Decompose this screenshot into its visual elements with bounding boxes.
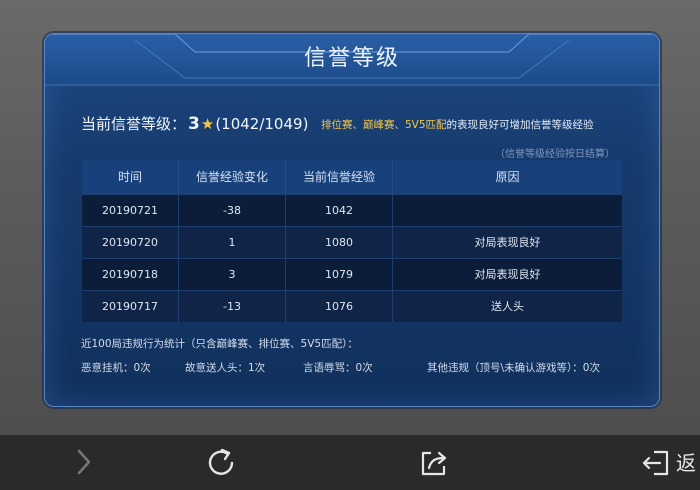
cell-current: 1079 bbox=[285, 259, 392, 290]
cell-current: 1076 bbox=[285, 291, 392, 322]
table-row: 20190718 3 1079 对局表现良好 bbox=[82, 258, 622, 290]
level-label: 当前信誉等级： bbox=[81, 115, 187, 133]
current-level: 当前信誉等级： 3★(1042/1049) bbox=[81, 113, 308, 134]
cell-date: 20190718 bbox=[102, 268, 158, 281]
cell-change: 1 bbox=[178, 227, 285, 258]
refresh-icon bbox=[205, 448, 239, 483]
browser-toolbar: 返 bbox=[0, 435, 700, 490]
cell-date: 20190717 bbox=[102, 300, 158, 313]
stat-other: 其他违规（顶号\未确认游戏等）：0次 bbox=[427, 362, 600, 374]
forward-button[interactable] bbox=[72, 447, 96, 481]
header-reason: 原因 bbox=[392, 160, 622, 194]
table-row: 20190717 -13 1076 送人头 bbox=[82, 290, 622, 322]
chevron-right-icon bbox=[72, 449, 96, 481]
hint-modes: 排位赛、巅峰赛、5V5匹配 bbox=[321, 119, 447, 131]
violation-stats-title: 近100局违规行为统计（只含巅峰赛、排位赛、5V5匹配）： bbox=[81, 338, 358, 350]
star-icon: ★ bbox=[200, 115, 215, 133]
credit-history-table: 时间 信誉经验变化 当前信誉经验 原因 20190721 -38 1042 20… bbox=[82, 160, 622, 322]
panel-title: 信誉等级 bbox=[303, 46, 400, 71]
cell-change: -13 bbox=[178, 291, 285, 322]
cell-current: 1080 bbox=[285, 227, 392, 258]
exit-label[interactable]: 返 bbox=[676, 447, 696, 476]
refresh-button[interactable] bbox=[205, 447, 239, 483]
cell-reason: 对局表现良好 bbox=[392, 259, 622, 290]
header-change: 信誉经验变化 bbox=[178, 160, 285, 194]
table-row: 20190720 1 1080 对局表现良好 bbox=[82, 226, 622, 258]
level-value: 3 bbox=[188, 114, 200, 134]
level-hint: 排位赛、巅峰赛、5V5匹配的表现良好可增加信誉等级经验 bbox=[321, 117, 594, 132]
credit-level-panel: 信誉等级 当前信誉等级： 3★(1042/1049) 排位赛、巅峰赛、5V5匹配的… bbox=[44, 33, 660, 407]
stat-feeding: 故意送人头：1次 bbox=[185, 362, 266, 374]
share-button[interactable] bbox=[418, 447, 450, 483]
cell-reason: 送人头 bbox=[392, 291, 622, 322]
stat-abuse: 言语辱骂：0次 bbox=[303, 362, 373, 374]
level-progress: (1042/1049) bbox=[215, 115, 309, 133]
table-header: 时间 信誉经验变化 当前信誉经验 原因 bbox=[82, 160, 622, 194]
cell-current: 1042 bbox=[285, 195, 392, 226]
settlement-note: （信誉等级经验按日结算） bbox=[495, 149, 615, 160]
exit-button[interactable] bbox=[640, 447, 672, 483]
header-time: 时间 bbox=[117, 170, 142, 184]
share-icon bbox=[418, 451, 450, 483]
table-row: 20190721 -38 1042 bbox=[82, 194, 622, 226]
header-current: 当前信誉经验 bbox=[285, 160, 392, 194]
cell-date: 20190721 bbox=[102, 204, 158, 217]
hint-rest: 的表现良好可增加信誉等级经验 bbox=[446, 119, 594, 131]
cell-change: 3 bbox=[178, 259, 285, 290]
cell-change: -38 bbox=[178, 195, 285, 226]
exit-icon bbox=[640, 450, 672, 483]
title-band: 信誉等级 bbox=[45, 34, 659, 86]
cell-reason bbox=[392, 195, 622, 226]
cell-reason: 对局表现良好 bbox=[392, 227, 622, 258]
cell-date: 20190720 bbox=[102, 236, 158, 249]
stat-afk: 恶意挂机：0次 bbox=[81, 362, 151, 374]
